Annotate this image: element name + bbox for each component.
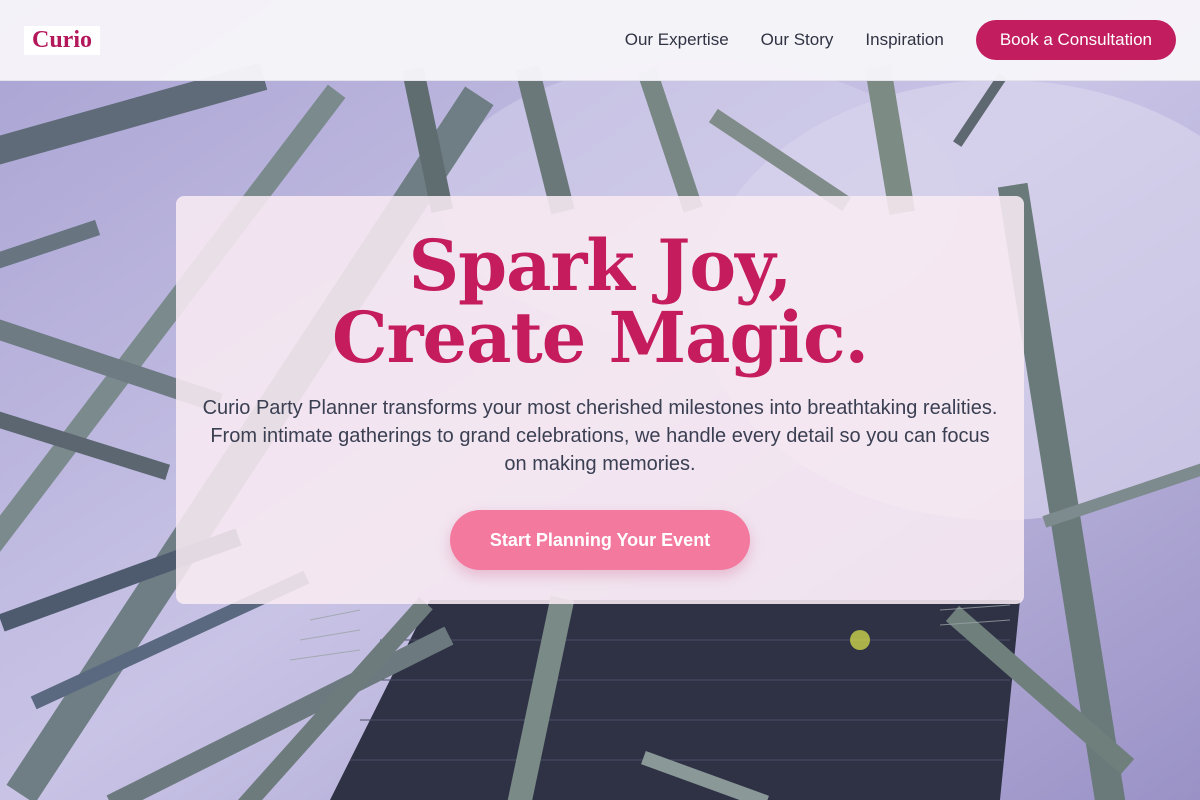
start-planning-button[interactable]: Start Planning Your Event [450,510,750,570]
hero-description: Curio Party Planner transforms your most… [202,397,998,475]
nav-link-our-expertise[interactable]: Our Expertise [625,30,729,50]
hero-title: Spark Joy, Create Magic. [331,224,869,379]
main-nav: Our Expertise Our Story Inspiration Book… [625,20,1176,60]
hero-card: Spark Joy, Create Magic. Curio Party Pla… [176,196,1024,604]
top-navbar: Curio Our Expertise Our Story Inspiratio… [0,0,1200,81]
nav-link-inspiration[interactable]: Inspiration [865,30,943,50]
book-consultation-button[interactable]: Book a Consultation [975,20,1176,60]
brand-logo[interactable]: Curio [24,25,100,55]
nav-link-our-story[interactable]: Our Story [761,30,834,50]
